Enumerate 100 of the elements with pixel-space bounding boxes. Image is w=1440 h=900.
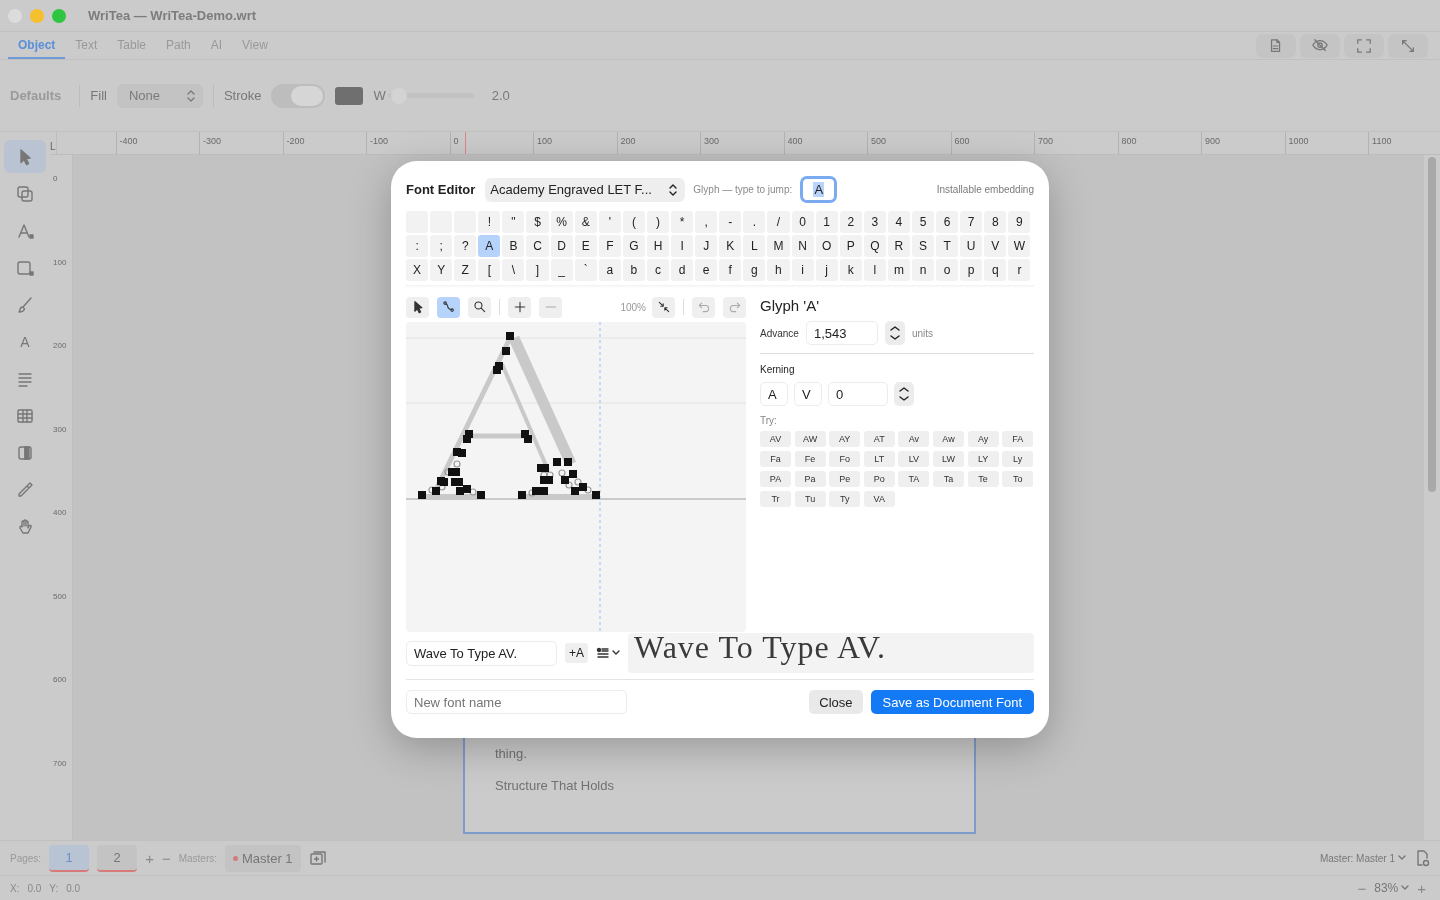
glyph-cell[interactable]: Y xyxy=(430,259,453,281)
glyph-cell[interactable]: ) xyxy=(646,211,670,233)
glyph-cell[interactable]: / xyxy=(767,211,790,233)
glyph-cell[interactable]: 3 xyxy=(863,211,886,233)
glyph-cell[interactable]: 6 xyxy=(936,211,959,233)
kerning-pair-button[interactable]: LT xyxy=(863,451,895,467)
glyph-cell[interactable]: p xyxy=(960,259,983,281)
kern-right-field[interactable]: V xyxy=(794,382,822,406)
glyph-cell[interactable]: m xyxy=(887,259,910,281)
glyph-cell[interactable]: ] xyxy=(526,259,549,281)
kerning-pair-button[interactable]: Fe xyxy=(794,451,826,467)
glyph-cell[interactable]: W xyxy=(1008,235,1031,257)
glyph-cell[interactable]: I xyxy=(671,235,694,257)
glyph-cell[interactable]: . xyxy=(743,211,766,233)
kerning-pair-button[interactable]: Ta xyxy=(932,471,964,487)
glyph-cell[interactable]: 9 xyxy=(1008,211,1031,233)
glyph-cell[interactable]: $ xyxy=(526,211,549,233)
font-dropdown[interactable]: Academy Engraved LET F... xyxy=(485,177,686,202)
glyph-cell[interactable]: [ xyxy=(478,259,501,281)
glyph-cell[interactable]: : xyxy=(406,235,429,257)
glyph-cell[interactable]: g xyxy=(743,259,766,281)
glyph-cell[interactable]: \ xyxy=(502,259,525,281)
glyph-jump-field[interactable]: A xyxy=(800,176,838,203)
glyph-cell[interactable]: " xyxy=(502,211,525,233)
glyph-cell[interactable]: ! xyxy=(478,211,501,233)
glyph-cell[interactable]: A xyxy=(478,235,501,257)
glyph-cell[interactable]: B xyxy=(502,235,525,257)
glyph-cell[interactable]: o xyxy=(936,259,959,281)
kerning-pair-button[interactable]: Pa xyxy=(794,471,826,487)
kerning-pair-button[interactable]: LW xyxy=(932,451,964,467)
kerning-pair-button[interactable]: Pe xyxy=(829,471,861,487)
glyph-cell[interactable]: V xyxy=(984,235,1007,257)
glyph-cell[interactable]: Z xyxy=(454,259,477,281)
glyph-cell[interactable]: Q xyxy=(863,235,886,257)
advance-field[interactable]: 1,543 xyxy=(805,321,878,345)
kerning-pair-button[interactable]: AT xyxy=(863,431,895,447)
glyph-cell[interactable]: E xyxy=(574,235,597,257)
glyph-cell[interactable]: 2 xyxy=(839,211,862,233)
glyph-cell[interactable]: D xyxy=(550,235,573,257)
glyph-cell[interactable]: G xyxy=(622,235,645,257)
glyph-cell[interactable]: r xyxy=(1008,259,1031,281)
kerning-pair-button[interactable]: Av xyxy=(898,431,930,447)
close-button[interactable]: Close xyxy=(809,690,863,714)
kerning-pair-button[interactable]: Te xyxy=(967,471,999,487)
kerning-pair-button[interactable]: Tr xyxy=(760,491,791,507)
kerning-pair-button[interactable]: PA xyxy=(760,471,791,487)
kerning-pair-button[interactable]: To xyxy=(1002,471,1034,487)
kerning-pair-button[interactable]: AY xyxy=(829,431,861,447)
kerning-pair-button[interactable]: Tu xyxy=(794,491,826,507)
kerning-pair-button[interactable]: Po xyxy=(863,471,895,487)
glyph-cell[interactable]: d xyxy=(671,259,694,281)
glyph-cell[interactable]: 8 xyxy=(984,211,1007,233)
add-text-button[interactable]: +A xyxy=(565,643,588,663)
glyph-cell[interactable]: 5 xyxy=(911,211,935,233)
glyph-cell[interactable]: 1 xyxy=(815,211,838,233)
kerning-pair-button[interactable]: AV xyxy=(760,431,791,447)
glyph-cell[interactable]: , xyxy=(695,211,718,233)
glyph-cell[interactable]: c xyxy=(646,259,670,281)
glyph-cell[interactable]: O xyxy=(815,235,838,257)
kerning-pair-button[interactable]: Fa xyxy=(760,451,791,467)
kerning-pair-button[interactable]: Ty xyxy=(829,491,861,507)
kerning-pair-button[interactable]: FA xyxy=(1002,431,1034,447)
glyph-cell[interactable]: * xyxy=(671,211,694,233)
glyph-cell[interactable]: ` xyxy=(574,259,597,281)
glyph-cell[interactable]: C xyxy=(526,235,549,257)
kerning-pair-button[interactable]: Aw xyxy=(932,431,964,447)
glyph-cell[interactable]: j xyxy=(815,259,838,281)
glyph-cell[interactable]: P xyxy=(839,235,862,257)
glyph-cell[interactable]: i xyxy=(791,259,814,281)
glyph-cell[interactable]: N xyxy=(791,235,814,257)
glyph-cell[interactable]: % xyxy=(550,211,573,233)
glyph-cell[interactable]: ' xyxy=(598,211,621,233)
glyph-cell[interactable]: K xyxy=(719,235,742,257)
glyph-cell[interactable]: 0 xyxy=(791,211,814,233)
kern-left-field[interactable]: A xyxy=(760,382,788,406)
kerning-pair-button[interactable]: LY xyxy=(967,451,999,467)
preview-text-field[interactable]: Wave To Type AV. xyxy=(406,640,557,666)
glyph-cell[interactable]: h xyxy=(767,259,790,281)
glyph-cell[interactable]: 4 xyxy=(887,211,910,233)
glyph-cell[interactable]: e xyxy=(695,259,718,281)
kerning-pair-button[interactable]: AW xyxy=(794,431,826,447)
glyph-cell[interactable]: b xyxy=(622,259,645,281)
glyph-cell[interactable]: S xyxy=(911,235,935,257)
kerning-pair-button[interactable]: VA xyxy=(863,491,895,507)
glyph-cell[interactable]: J xyxy=(695,235,718,257)
glyph-cell[interactable]: H xyxy=(646,235,670,257)
kerning-pair-button[interactable]: Ly xyxy=(1002,451,1034,467)
glyph-cell[interactable]: & xyxy=(574,211,597,233)
glyph-cell[interactable]: X xyxy=(406,259,429,281)
save-button[interactable]: Save as Document Font xyxy=(870,690,1034,714)
glyph-cell[interactable]: a xyxy=(598,259,621,281)
glyph-cell[interactable]: n xyxy=(911,259,935,281)
glyph-cell[interactable]: - xyxy=(719,211,742,233)
glyph-cell[interactable]: F xyxy=(598,235,621,257)
kerning-pair-button[interactable]: TA xyxy=(898,471,930,487)
glyph-cell[interactable]: l xyxy=(863,259,886,281)
glyph-cell[interactable]: ( xyxy=(622,211,645,233)
kern-value-field[interactable]: 0 xyxy=(828,382,888,406)
kerning-pair-button[interactable]: LV xyxy=(898,451,930,467)
font-name-field[interactable]: New font name xyxy=(406,690,627,714)
